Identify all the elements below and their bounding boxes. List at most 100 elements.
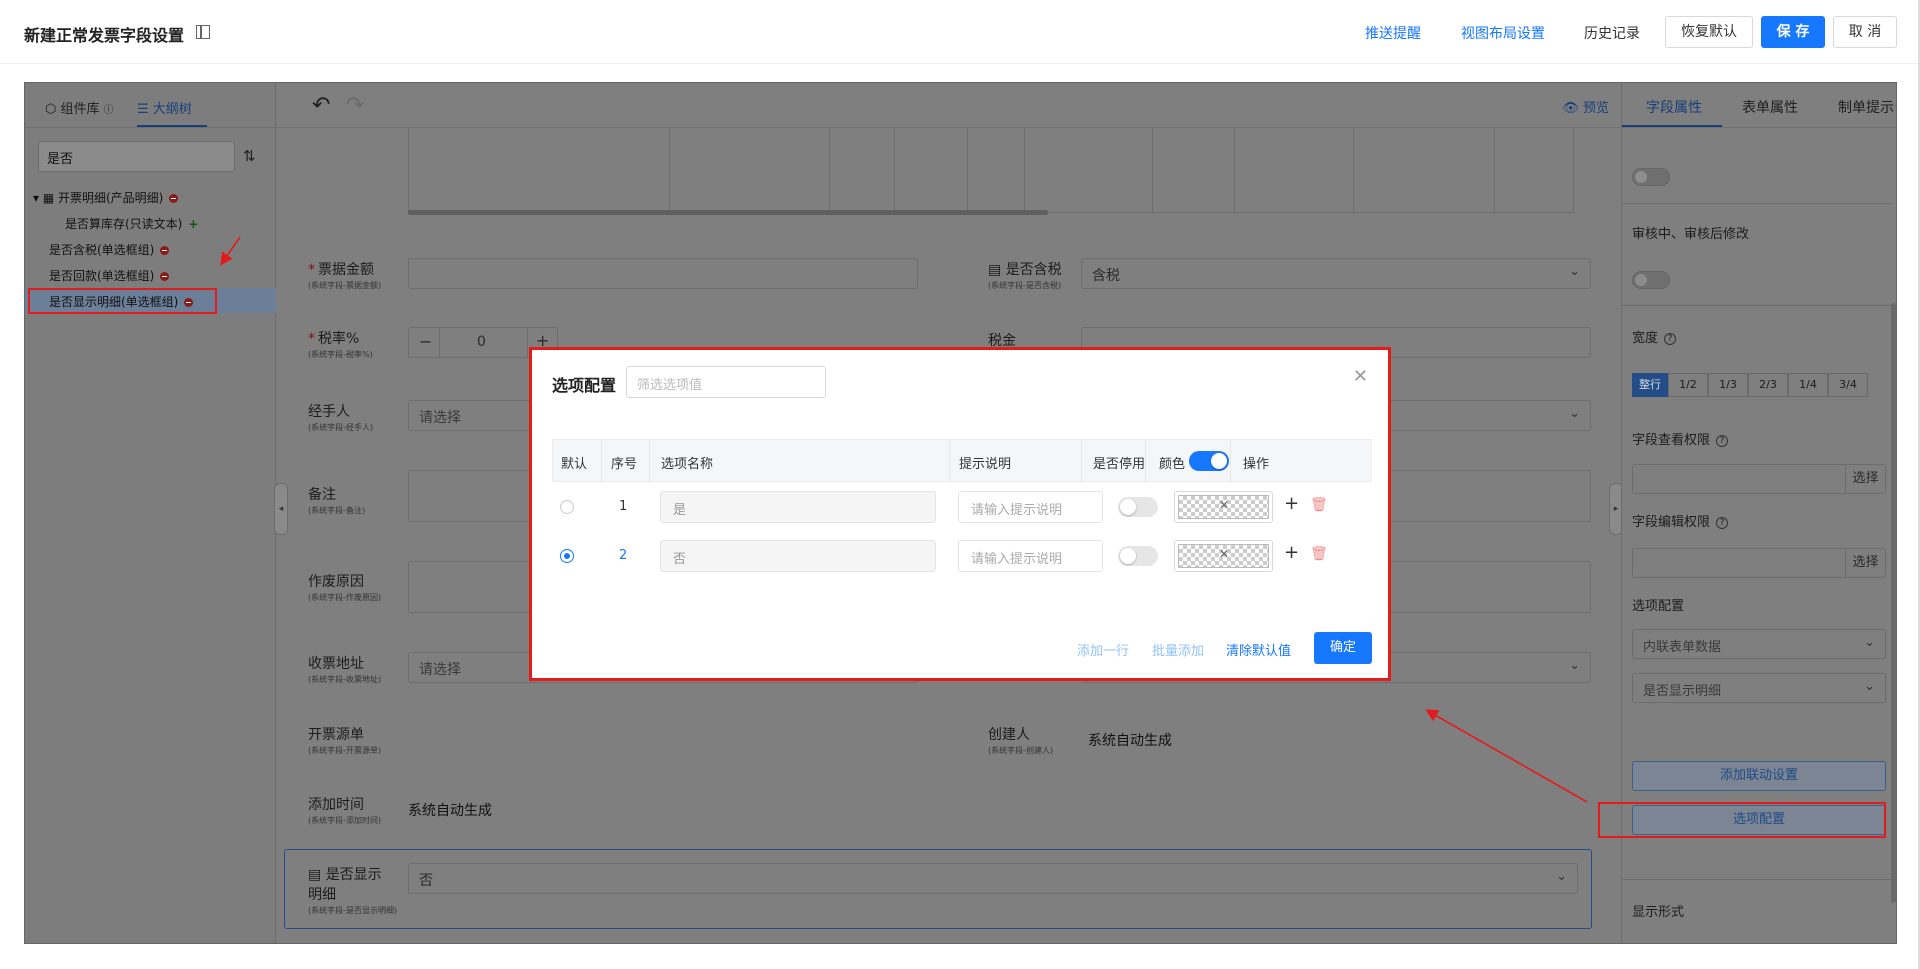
tab-underline [1622, 125, 1722, 127]
sort-icon[interactable]: ⇅ [243, 147, 256, 165]
option-name-input-1[interactable]: 是 [660, 491, 936, 523]
tree-item-tax-incl[interactable]: 是否含税(单选框组) [49, 241, 170, 258]
tab-hints[interactable]: 制单提示 [1838, 97, 1894, 117]
remove-icon[interactable] [169, 194, 179, 203]
hint-input-1[interactable]: 请输入提示说明 [958, 491, 1103, 523]
page-title: 新建正常发票字段设置 [24, 26, 185, 45]
close-icon[interactable]: ✕ [1353, 366, 1368, 387]
tree-item-payment[interactable]: 是否回款(单选框组) [49, 267, 170, 284]
tab-outline[interactable]: ☰ 大纲树 [137, 98, 192, 117]
right-panel-scrollbar[interactable] [1891, 303, 1896, 903]
width-option-half[interactable]: 1/2 [1668, 373, 1708, 397]
save-button[interactable]: 保 存 [1761, 16, 1825, 48]
chevron-down-icon: ⌄ [1864, 635, 1875, 650]
disable-toggle-1[interactable] [1118, 497, 1158, 517]
width-option-quarter[interactable]: 1/4 [1788, 373, 1828, 397]
tab-components[interactable]: ⬡ 组件库 ⓘ [45, 98, 114, 117]
history-link[interactable]: 历史记录 [1584, 23, 1640, 43]
view-perm-input[interactable]: 选择 [1632, 464, 1886, 494]
remove-icon[interactable] [160, 246, 170, 255]
creator-label: 创建人 (系统字段-创建人) [988, 727, 1054, 755]
modal-title: 选项配置 [552, 376, 617, 395]
remove-icon[interactable] [160, 272, 170, 281]
add-row-icon[interactable]: + [1284, 493, 1299, 514]
redo-icon[interactable]: ↷ [346, 93, 364, 118]
tree-item-stock[interactable]: 是否算库存(只读文本) + [65, 215, 198, 232]
batch-add-link[interactable]: 批量添加 [1152, 640, 1204, 659]
option-config-modal: 选项配置 筛选选项值 ✕ 默认 序号 选项名称 提示说明 是否停用 颜色 操作 … [529, 347, 1391, 681]
show-detail-label: ▤ 是否显示 明细 (系统字段-是否显示明细) [308, 867, 398, 915]
push-reminder-link[interactable]: 推送提醒 [1365, 23, 1421, 43]
add-icon[interactable]: + [188, 217, 198, 231]
width-option-full[interactable]: 整行 [1632, 373, 1668, 397]
address-label: 收票地址 (系统字段-收票地址) [308, 656, 382, 684]
collapse-left-handle[interactable]: ◂ [274, 483, 288, 535]
layout-icon[interactable] [196, 24, 210, 39]
header-color: 颜色 [1159, 457, 1186, 472]
handler-label: 经手人 (系统字段-经手人) [308, 404, 374, 432]
tree-item-invoice-detail[interactable]: ▾ ▦ 开票明细(产品明细) [33, 189, 179, 206]
chevron-down-icon: ⌄ [1864, 679, 1875, 694]
option-table-header: 默认 序号 选项名称 提示说明 是否停用 颜色 操作 [552, 439, 1372, 483]
help-icon: ? [1716, 517, 1729, 529]
color-picker-2[interactable]: ✕ [1174, 540, 1273, 572]
toggle-switch[interactable] [1632, 168, 1670, 186]
top-bar: 新建正常发票字段设置 推送提醒 视图布局设置 历史记录 恢复默认 保 存 取 消 [0, 0, 1920, 64]
option-filter-input[interactable]: 筛选选项值 [626, 366, 826, 398]
right-tabs: 字段属性 表单属性 制单提示 [1622, 83, 1896, 128]
void-reason-label: 作废原因 (系统字段-作废原因) [308, 574, 382, 602]
disable-toggle-2[interactable] [1118, 546, 1158, 566]
option-name-input-2[interactable]: 否 [660, 540, 936, 572]
creator-value: 系统自动生成 [1088, 733, 1172, 749]
option-config-label: 选项配置 [1632, 599, 1685, 614]
review-edit-label: 审核中、审核后修改 [1632, 227, 1750, 242]
undo-icon[interactable]: ↶ [312, 93, 330, 118]
width-label: 宽度? [1632, 327, 1677, 346]
header-default: 默认 [561, 457, 588, 472]
tab-form-props[interactable]: 表单属性 [1742, 97, 1798, 117]
tax-rate-label: * 税率% (系统字段-税率%) [308, 331, 373, 359]
edit-perm-select-button[interactable]: 选择 [1845, 549, 1885, 577]
width-option-three-quarters[interactable]: 3/4 [1828, 373, 1868, 397]
amount-input[interactable] [408, 258, 918, 289]
default-radio-2[interactable] [560, 549, 574, 563]
add-row-icon[interactable]: + [1284, 542, 1299, 563]
width-option-third[interactable]: 1/3 [1708, 373, 1748, 397]
tab-field-props[interactable]: 字段属性 [1646, 97, 1702, 117]
restore-default-button[interactable]: 恢复默认 [1665, 16, 1753, 48]
view-layout-link[interactable]: 视图布局设置 [1461, 23, 1545, 43]
color-enable-toggle[interactable] [1189, 451, 1229, 471]
undo-toolbar: ↶ ↷ 👁 预览 [276, 83, 1621, 128]
annotation-box-option-config [1598, 802, 1886, 838]
preview-button[interactable]: 👁 预览 [1562, 97, 1609, 116]
add-linkage-button[interactable]: 添加联动设置 [1632, 761, 1886, 791]
edit-perm-input[interactable]: 选择 [1632, 548, 1886, 578]
review-edit-toggle[interactable] [1632, 271, 1670, 289]
minus-icon[interactable]: − [419, 332, 432, 351]
delete-icon[interactable]: 🗑 [1310, 546, 1328, 562]
outline-search-input[interactable]: 是否 [38, 141, 235, 172]
option-source-select[interactable]: 内联表单数据 ⌄ [1632, 629, 1886, 659]
confirm-button[interactable]: 确定 [1314, 632, 1372, 664]
cancel-button[interactable]: 取 消 [1833, 16, 1897, 48]
delete-icon[interactable]: 🗑 [1310, 497, 1328, 513]
chevron-down-icon: ⌄ [1569, 406, 1580, 421]
detail-table [408, 128, 1574, 213]
option-field-select[interactable]: 是否显示明细 ⌄ [1632, 673, 1886, 703]
color-picker-1[interactable]: ✕ [1174, 491, 1273, 523]
width-option-two-thirds[interactable]: 2/3 [1748, 373, 1788, 397]
table-scrollbar[interactable] [408, 210, 1048, 215]
chevron-down-icon: ⌄ [1569, 264, 1580, 279]
tax-incl-select[interactable]: 含税 ⌄ [1081, 258, 1591, 289]
hint-input-2[interactable]: 请输入提示说明 [958, 540, 1103, 572]
annotation-box-tree [28, 288, 217, 314]
header-hint: 提示说明 [959, 457, 1012, 472]
show-detail-select[interactable]: 否 ⌄ [408, 863, 1578, 894]
clear-default-link[interactable]: 清除默认值 [1226, 640, 1291, 659]
help-icon: ? [1716, 435, 1729, 447]
add-row-link[interactable]: 添加一行 [1077, 640, 1129, 659]
row-index-1: 1 [619, 499, 628, 514]
view-perm-select-button[interactable]: 选择 [1845, 465, 1885, 493]
header-index: 序号 [611, 457, 638, 472]
default-radio-1[interactable] [560, 500, 574, 514]
